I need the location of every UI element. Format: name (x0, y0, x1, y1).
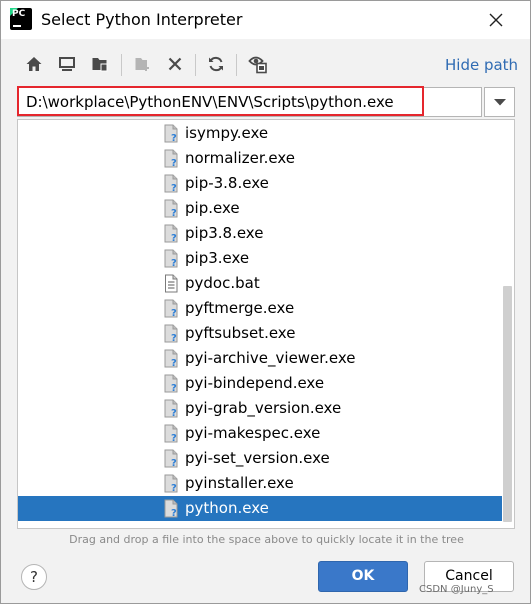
drag-drop-hint: Drag and drop a file into the space abov… (69, 533, 464, 546)
close-icon (489, 13, 503, 27)
unknown-file-icon: ? (164, 149, 180, 169)
text-file-icon (164, 274, 180, 293)
project-button[interactable] (87, 51, 113, 77)
close-button[interactable] (481, 5, 511, 35)
show-hidden-icon (248, 56, 267, 74)
toolbar-separator (195, 54, 196, 76)
select-interpreter-dialog: PC Select Python Interpreter Hide path D… (0, 0, 531, 604)
tree-item[interactable]: ? pyftsubset.exe (18, 321, 502, 346)
tree-item-label: pyinstaller.exe (185, 474, 294, 492)
project-folder-icon (92, 58, 108, 72)
unknown-file-icon: ? (164, 324, 180, 344)
tree-item-label: pip3.exe (185, 249, 250, 267)
tree-item[interactable]: ? pyinstaller.exe (18, 471, 502, 496)
svg-text:?: ? (171, 183, 177, 193)
tree-item-label: pyi-archive_viewer.exe (185, 349, 356, 367)
tree-item[interactable]: ? pyi-bindepend.exe (18, 371, 502, 396)
unknown-file-icon: ? (164, 474, 180, 494)
home-icon (26, 57, 42, 71)
pycharm-logo-icon: PC (10, 8, 32, 30)
toolbar-separator (121, 54, 122, 76)
toolbar (17, 51, 347, 79)
unknown-file-icon: ? (164, 124, 180, 144)
path-combobox (17, 87, 482, 117)
tree-item[interactable]: ? pyi-archive_viewer.exe (18, 346, 502, 371)
tree-item[interactable]: ? pyi-makespec.exe (18, 421, 502, 446)
svg-text:?: ? (171, 158, 177, 168)
unknown-file-icon: ? (164, 349, 180, 369)
chevron-down-icon (493, 99, 506, 106)
unknown-file-icon: ? (164, 374, 180, 394)
tree-item-label: isympy.exe (185, 124, 269, 142)
svg-text:?: ? (171, 208, 177, 218)
svg-text:?: ? (171, 333, 177, 343)
desktop-button[interactable] (54, 51, 80, 77)
tree-item[interactable]: ? pip3.8.exe (18, 221, 502, 246)
svg-text:?: ? (171, 258, 177, 268)
tree-item-label: pip-3.8.exe (185, 174, 269, 192)
tree-item[interactable]: ? pip3.exe (18, 246, 502, 271)
path-history-dropdown-button[interactable] (484, 87, 515, 117)
delete-icon (168, 57, 182, 71)
path-input[interactable] (26, 88, 421, 116)
svg-text:?: ? (171, 133, 177, 143)
svg-text:?: ? (171, 458, 177, 468)
tree-item[interactable]: ? isympy.exe (18, 121, 502, 146)
tree-item[interactable]: ? pyi-set_version.exe (18, 446, 502, 471)
unknown-file-icon: ? (164, 424, 180, 444)
watermark: CSDN @Juny_S (419, 584, 494, 595)
home-button[interactable] (21, 51, 47, 77)
svg-text:?: ? (171, 508, 177, 518)
ok-button[interactable]: OK (318, 561, 408, 592)
tree-item-label: normalizer.exe (185, 149, 295, 167)
tree-item-label: pyi-grab_version.exe (185, 399, 342, 417)
unknown-file-icon: ? (164, 299, 180, 319)
delete-button[interactable] (162, 51, 188, 77)
tree-item-label: pyi-bindepend.exe (185, 374, 325, 392)
new-folder-icon (135, 58, 149, 71)
svg-text:?: ? (171, 308, 177, 318)
svg-text:?: ? (171, 233, 177, 243)
refresh-icon (209, 56, 223, 72)
tree-item[interactable]: pydoc.bat (18, 271, 502, 296)
unknown-file-icon: ? (164, 499, 180, 519)
tree-item-label: python.exe (185, 499, 269, 517)
unknown-file-icon: ? (164, 199, 180, 219)
svg-text:?: ? (171, 358, 177, 368)
unknown-file-icon: ? (164, 449, 180, 469)
svg-text:?: ? (171, 408, 177, 418)
svg-text:?: ? (171, 383, 177, 393)
desktop-icon (59, 57, 75, 71)
unknown-file-icon: ? (164, 249, 180, 269)
title-bar: PC Select Python Interpreter (1, 1, 530, 39)
tree-item-label: pyftsubset.exe (185, 324, 296, 342)
tree-item-label: pyi-set_version.exe (185, 449, 330, 467)
tree-item[interactable]: ? normalizer.exe (18, 146, 502, 171)
unknown-file-icon: ? (164, 399, 180, 419)
file-tree[interactable]: ? python.exe? pyinstaller.exe? pyi-set_vers… (17, 119, 515, 529)
show-hidden-button[interactable] (245, 51, 271, 77)
tree-item-label: pyi-makespec.exe (185, 424, 321, 442)
tree-item-label: pip3.8.exe (185, 224, 264, 242)
tree-scrollbar[interactable] (503, 286, 512, 522)
unknown-file-icon: ? (164, 224, 180, 244)
tree-item[interactable]: ? pyftmerge.exe (18, 296, 502, 321)
tree-item-label: pyftmerge.exe (185, 299, 295, 317)
toolbar-separator (236, 54, 237, 76)
hide-path-link[interactable]: Hide path (445, 56, 518, 74)
tree-item-label: pydoc.bat (185, 274, 260, 292)
new-folder-button[interactable] (130, 51, 156, 77)
tree-item[interactable]: ? pyi-grab_version.exe (18, 396, 502, 421)
svg-text:?: ? (171, 433, 177, 443)
dialog-title: Select Python Interpreter (41, 10, 243, 29)
refresh-button[interactable] (203, 51, 229, 77)
svg-text:?: ? (171, 483, 177, 493)
tree-item[interactable]: ? python.exe (18, 496, 502, 521)
tree-item-label: pip.exe (185, 199, 240, 217)
unknown-file-icon: ? (164, 174, 180, 194)
tree-item[interactable]: ? pip.exe (18, 196, 502, 221)
tree-item[interactable]: ? pip-3.8.exe (18, 171, 502, 196)
help-button[interactable]: ? (21, 564, 47, 590)
